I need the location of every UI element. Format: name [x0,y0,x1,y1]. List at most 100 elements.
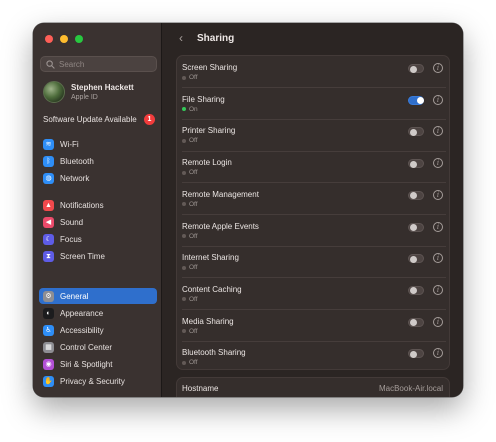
minimize-button[interactable] [60,35,68,43]
status-text: Off [189,137,198,145]
service-toggle[interactable] [408,254,424,264]
sidebar-group: ⚙ General ◐ Appearance ♿ Accessibility ▦ Contro… [39,288,157,390]
service-name: Bluetooth Sharing [182,348,246,358]
service-name: Remote Management [182,189,259,199]
sidebar-item-focus[interactable]: ☾ Focus [39,231,157,247]
search-input[interactable] [59,59,154,69]
service-status: On [182,106,198,113]
sidebar-item-label: Network [60,173,90,183]
back-button[interactable]: ‹ [175,31,187,45]
info-icon[interactable]: i [433,158,443,169]
sidebar-item-bluetooth[interactable]: ᛒ Bluetooth [39,153,157,169]
info-icon[interactable]: i [433,94,443,105]
status-text: Off [189,327,198,335]
toggle-knob [409,350,417,358]
software-update-label: Software Update Available [43,115,137,124]
traffic-lights [45,35,83,43]
sharing-services-list: Screen Sharing Off i File Sharing On i Printer… [176,55,450,370]
sharing-service-row: Remote Apple Events Off i [177,215,451,247]
software-update-item[interactable]: Software Update Available 1 [43,114,155,125]
sidebar-group: ≋ Wi-Fi ᛒ Bluetooth ◍ Network [39,136,157,187]
sidebar-item-general[interactable]: ⚙ General [39,288,157,304]
hostname-row[interactable]: Hostname MacBook-Air.local [176,377,450,397]
sharing-service-row: File Sharing On i [177,88,451,120]
apple-id-profile[interactable]: Stephen Hackett Apple ID [43,81,134,103]
bluetooth-icon: ᛒ [43,155,54,167]
info-icon[interactable]: i [433,316,443,327]
status-dot-icon [182,170,186,175]
sharing-service-row: Media Sharing Off i [177,310,451,342]
service-name: Media Sharing [182,316,234,326]
sharing-pane: ‹ Sharing Screen Sharing Off i File Sharing… [163,23,463,397]
accessibility-icon: ♿ [43,324,54,336]
info-icon[interactable]: i [433,63,443,73]
status-text: Off [189,264,198,272]
service-status: Off [182,328,198,335]
toggle-knob [409,287,417,295]
service-toggle[interactable] [408,64,424,73]
service-toggle[interactable] [408,127,424,137]
search-field[interactable] [40,56,157,72]
toggle-knob [409,160,417,168]
sidebar-item-screen-time[interactable]: ⧗ Screen Time [39,248,157,264]
page-title: Sharing [197,32,235,44]
service-name: Remote Apple Events [182,221,259,231]
siri-icon: ◉ [43,358,54,370]
service-name: Content Caching [182,284,242,294]
system-settings-window: Stephen Hackett Apple ID Software Update… [33,23,463,397]
info-icon[interactable]: i [433,253,443,264]
toggle-knob [409,65,417,73]
globe-icon: ◍ [43,172,54,184]
info-icon[interactable]: i [433,126,443,137]
status-dot-icon [182,234,186,238]
status-text: Off [189,359,198,367]
service-toggle[interactable] [408,285,424,295]
status-dot-icon [182,75,186,80]
sidebar-item-accessibility[interactable]: ♿ Accessibility [39,322,157,338]
sharing-service-row: Remote Login Off i [177,151,451,183]
moon-icon: ☾ [43,233,54,245]
sidebar-item-label: Bluetooth [60,156,94,166]
service-status: Off [182,296,198,303]
service-status: Off [182,137,198,144]
status-text: Off [189,232,198,240]
sidebar-item-desktop-dock[interactable]: ▭Desktop & Dock [39,396,157,397]
sidebar-item-privacy-security[interactable]: ✋ Privacy & Security [39,373,157,389]
info-icon[interactable]: i [433,221,443,232]
service-toggle[interactable] [408,222,424,232]
bell-icon: ▲ [43,199,54,211]
status-text: Off [189,74,198,81]
sidebar-item-siri-spotlight[interactable]: ◉ Siri & Spotlight [39,356,157,372]
sidebar-item-label: Accessibility [60,325,104,335]
toggle-knob [409,319,417,327]
service-toggle[interactable] [408,190,424,200]
sidebar-item-wi-fi[interactable]: ≋ Wi-Fi [39,136,157,152]
profile-subtitle: Apple ID [71,93,98,101]
sidebar-item-network[interactable]: ◍ Network [39,170,157,186]
sidebar-item-sound[interactable]: ◀ Sound [39,214,157,230]
status-dot-icon [182,360,186,365]
toggle-knob [409,192,417,200]
sharing-service-row: Screen Sharing Off i [177,56,451,88]
sidebar-item-notifications[interactable]: ▲ Notifications [39,197,157,213]
hostname-label: Hostname [182,384,219,393]
close-button[interactable] [45,35,53,43]
service-name: Printer Sharing [182,126,236,136]
info-icon[interactable]: i [433,348,443,359]
service-toggle[interactable] [408,95,424,105]
service-toggle[interactable] [408,349,424,359]
service-status: Off [182,264,198,271]
info-icon[interactable]: i [433,284,443,295]
sidebar-item-appearance[interactable]: ◐ Appearance [39,305,157,321]
service-toggle[interactable] [408,317,424,327]
info-icon[interactable]: i [433,189,443,200]
zoom-button[interactable] [75,35,83,43]
status-dot-icon [182,138,186,143]
sidebar-item-label: Sound [60,217,84,227]
toggle-knob [409,224,417,231]
sidebar-item-control-center[interactable]: ▦ Control Center [39,339,157,355]
service-toggle[interactable] [408,159,424,169]
speaker-icon: ◀ [43,216,54,228]
status-dot-icon [182,107,186,112]
sidebar-item-label: Focus [60,234,82,244]
